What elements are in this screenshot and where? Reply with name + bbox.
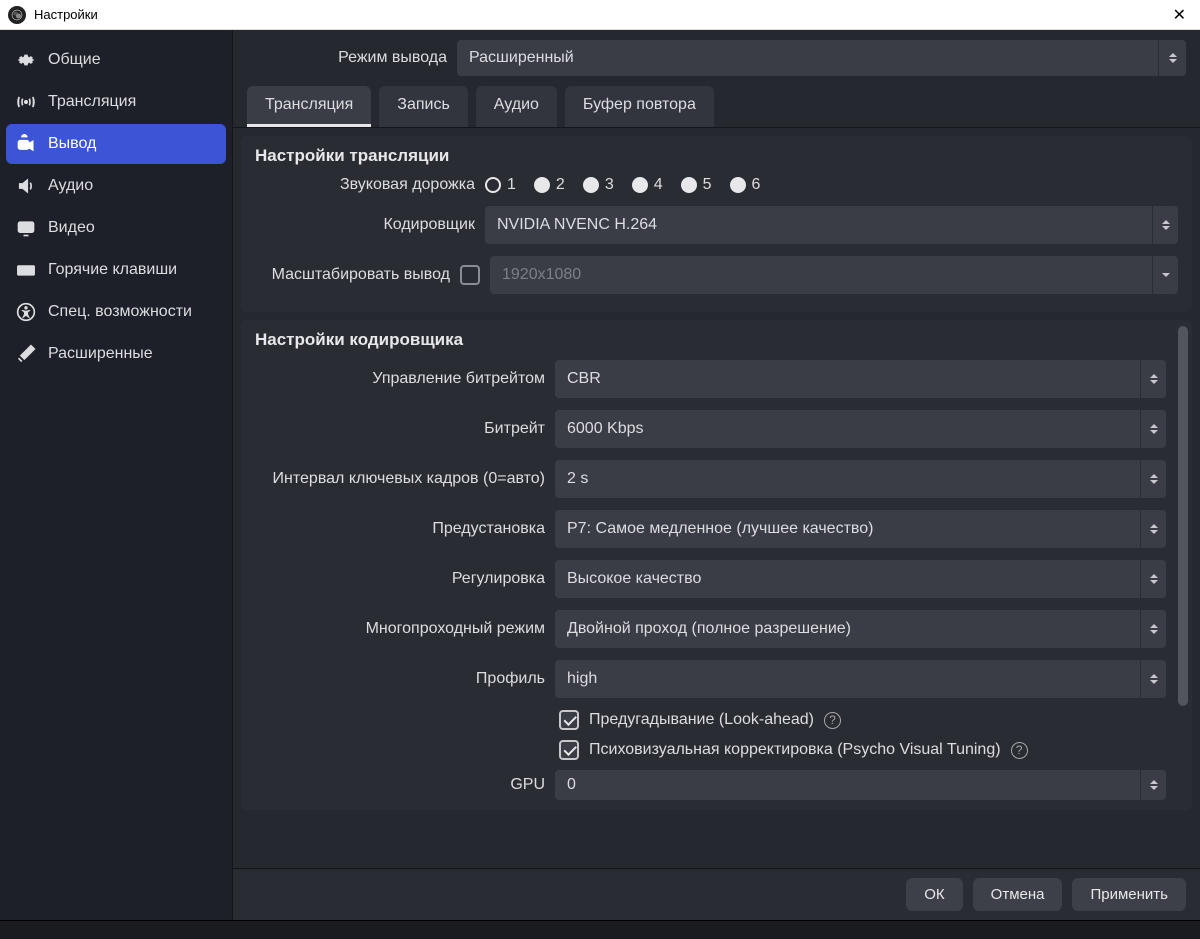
- output-tabs: Трансляция Запись Аудио Буфер повтора: [233, 82, 1200, 128]
- background-strip: [0, 921, 1200, 939]
- chevron-up-down-icon: [1140, 610, 1166, 648]
- sidebar-item-advanced[interactable]: Расширенные: [6, 334, 226, 374]
- bitrate-label: Битрейт: [255, 420, 545, 438]
- scrollbar-thumb[interactable]: [1178, 326, 1188, 706]
- sidebar-item-accessibility[interactable]: Спец. возможности: [6, 292, 226, 332]
- gpu-label: GPU: [255, 776, 545, 794]
- sidebar-item-output[interactable]: Вывод: [6, 124, 226, 164]
- tab-recording[interactable]: Запись: [379, 86, 468, 127]
- sidebar-item-stream[interactable]: Трансляция: [6, 82, 226, 122]
- rate-control-select[interactable]: CBR: [555, 360, 1166, 398]
- multipass-label: Многопроходный режим: [255, 620, 545, 638]
- chevron-down-icon: [1152, 256, 1178, 294]
- rescale-output-select[interactable]: 1920x1080: [490, 256, 1178, 294]
- sidebar-item-audio[interactable]: Аудио: [6, 166, 226, 206]
- output-mode-value: Расширенный: [469, 49, 574, 67]
- apply-button[interactable]: Применить: [1072, 878, 1186, 911]
- encoder-label: Кодировщик: [255, 216, 475, 234]
- preset-select[interactable]: P7: Самое медленное (лучшее качество): [555, 510, 1166, 548]
- sidebar-item-video[interactable]: Видео: [6, 208, 226, 248]
- chevron-up-down-icon: [1140, 360, 1166, 398]
- sidebar-item-label: Расширенные: [48, 345, 153, 363]
- ok-button[interactable]: ОК: [906, 878, 962, 911]
- sidebar-item-general[interactable]: Общие: [6, 40, 226, 80]
- psycho-visual-checkbox[interactable]: [559, 740, 579, 760]
- encoder-value: NVIDIA NVENC H.264: [497, 216, 657, 234]
- cancel-button[interactable]: Отмена: [973, 878, 1063, 911]
- psycho-visual-label: Психовизуальная корректировка (Psycho Vi…: [589, 741, 1001, 759]
- output-mode-label: Режим вывода: [247, 49, 447, 67]
- gpu-spinbox[interactable]: 0: [555, 770, 1166, 800]
- output-icon: [16, 134, 36, 154]
- rescale-output-checkbox[interactable]: [460, 265, 480, 285]
- preset-label: Предустановка: [255, 520, 545, 538]
- sidebar-item-label: Горячие клавиши: [48, 261, 177, 279]
- keyint-spinbox[interactable]: 2 s: [555, 460, 1166, 498]
- panel-title: Настройки кодировщика: [255, 330, 1178, 350]
- profile-label: Профиль: [255, 670, 545, 688]
- keyboard-icon: [16, 260, 36, 280]
- lookahead-label: Предугадывание (Look-ahead): [589, 711, 814, 729]
- rate-control-label: Управление битрейтом: [255, 370, 545, 388]
- titlebar: Настройки ✕: [0, 0, 1200, 30]
- audio-track-radio-group: 1 2 3 4 5 6: [485, 176, 760, 194]
- scrollbar[interactable]: [1176, 326, 1190, 804]
- close-button[interactable]: ✕: [1167, 5, 1192, 25]
- rescale-output-label: Масштабировать вывод: [255, 266, 450, 284]
- tools-icon: [16, 344, 36, 364]
- streaming-settings-panel: Настройки трансляции Звуковая дорожка 1 …: [241, 136, 1192, 312]
- lookahead-checkbox[interactable]: [559, 710, 579, 730]
- tab-audio[interactable]: Аудио: [476, 86, 557, 127]
- audio-track-5[interactable]: 5: [681, 176, 712, 194]
- sidebar: Общие Трансляция Вывод Аудио Видео Горяч…: [0, 30, 232, 920]
- encoder-settings-panel: Настройки кодировщика Управление битрейт…: [241, 320, 1192, 810]
- audio-track-label: Звуковая дорожка: [255, 176, 475, 194]
- chevron-up-down-icon: [1140, 560, 1166, 598]
- sidebar-item-label: Аудио: [48, 177, 93, 195]
- spinner-icon[interactable]: [1140, 460, 1166, 498]
- sidebar-item-hotkeys[interactable]: Горячие клавиши: [6, 250, 226, 290]
- tab-streaming[interactable]: Трансляция: [247, 86, 371, 127]
- sidebar-item-label: Видео: [48, 219, 95, 237]
- audio-track-3[interactable]: 3: [583, 176, 614, 194]
- window-title: Настройки: [34, 7, 1167, 22]
- audio-track-1[interactable]: 1: [485, 176, 516, 194]
- chevron-up-down-icon: [1158, 40, 1186, 76]
- multipass-select[interactable]: Двойной проход (полное разрешение): [555, 610, 1166, 648]
- panel-title: Настройки трансляции: [255, 146, 1178, 166]
- encoder-select[interactable]: NVIDIA NVENC H.264: [485, 206, 1178, 244]
- spinner-icon[interactable]: [1140, 770, 1166, 800]
- speaker-icon: [16, 176, 36, 196]
- app-icon: [8, 6, 26, 24]
- audio-track-6[interactable]: 6: [730, 176, 761, 194]
- keyint-label: Интервал ключевых кадров (0=авто): [255, 470, 545, 488]
- bitrate-spinbox[interactable]: 6000 Kbps: [555, 410, 1166, 448]
- tab-replay-buffer[interactable]: Буфер повтора: [565, 86, 714, 127]
- dialog-footer: ОК Отмена Применить: [233, 868, 1200, 920]
- sidebar-item-label: Спец. возможности: [48, 303, 192, 321]
- audio-track-2[interactable]: 2: [534, 176, 565, 194]
- profile-select[interactable]: high: [555, 660, 1166, 698]
- antenna-icon: [16, 92, 36, 112]
- rescale-output-value: 1920x1080: [502, 266, 581, 284]
- tuning-select[interactable]: Высокое качество: [555, 560, 1166, 598]
- sidebar-item-label: Трансляция: [48, 93, 136, 111]
- help-icon[interactable]: ?: [1011, 742, 1028, 759]
- chevron-up-down-icon: [1140, 510, 1166, 548]
- gear-icon: [16, 50, 36, 70]
- sidebar-item-label: Вывод: [48, 135, 96, 153]
- output-mode-select[interactable]: Расширенный: [457, 40, 1186, 76]
- monitor-icon: [16, 218, 36, 238]
- spinner-icon[interactable]: [1140, 410, 1166, 448]
- sidebar-item-label: Общие: [48, 51, 101, 69]
- tuning-label: Регулировка: [255, 570, 545, 588]
- help-icon[interactable]: ?: [824, 712, 841, 729]
- chevron-up-down-icon: [1152, 206, 1178, 244]
- chevron-up-down-icon: [1140, 660, 1166, 698]
- audio-track-4[interactable]: 4: [632, 176, 663, 194]
- accessibility-icon: [16, 302, 36, 322]
